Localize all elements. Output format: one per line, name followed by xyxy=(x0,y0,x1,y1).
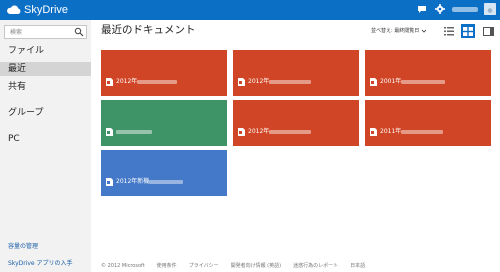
footer: © 2012 Microsoft 使用条件 プライバシー 開発者向け情報 (英語… xyxy=(101,263,365,269)
document-icon xyxy=(106,178,113,186)
document-tile[interactable]: 2012年 xyxy=(233,50,359,96)
top-bar: SkyDrive xyxy=(0,0,500,20)
document-icon xyxy=(370,128,377,136)
app-brand[interactable]: SkyDrive xyxy=(6,3,68,17)
chevron-down-icon xyxy=(421,29,427,33)
document-name: 2011年 xyxy=(380,128,402,135)
chat-icon[interactable] xyxy=(416,3,428,15)
sidebar-item-recent[interactable]: 最近 xyxy=(0,62,91,76)
settings-gear-icon[interactable] xyxy=(434,3,446,15)
document-tile[interactable]: 2001年 xyxy=(365,50,491,96)
redacted-name xyxy=(149,180,184,184)
privacy-link[interactable]: プライバシー xyxy=(189,263,219,269)
search-input[interactable] xyxy=(5,26,73,38)
sidebar: ファイル 最近 共有 グループ PC 容量の管理 SkyDrive アプリの入手 xyxy=(0,20,91,272)
redacted-name xyxy=(269,130,312,134)
document-name: 2012年 xyxy=(248,78,270,85)
document-name: 2012年 xyxy=(116,78,138,85)
thumbnails-view-icon xyxy=(463,26,473,36)
document-tile[interactable] xyxy=(101,100,227,146)
redacted-name xyxy=(269,80,312,84)
document-name: 2001年 xyxy=(380,78,402,85)
skydrive-cloud-icon xyxy=(7,5,21,15)
report-abuse-link[interactable]: 迷惑行為のレポート xyxy=(293,263,338,269)
document-tile[interactable]: 2012年 xyxy=(101,50,227,96)
document-tile[interactable]: 2011年 xyxy=(365,100,491,146)
document-tile[interactable]: 2012年新機 xyxy=(101,150,227,196)
document-icon xyxy=(106,128,113,136)
sidebar-item-label: 共有 xyxy=(8,82,27,92)
page-title: 最近のドキュメント xyxy=(101,24,196,36)
sidebar-item-files[interactable]: ファイル xyxy=(0,44,91,58)
sidebar-item-groups[interactable]: グループ xyxy=(0,106,91,120)
copyright-text: © 2012 Microsoft xyxy=(101,263,145,269)
details-view-icon xyxy=(444,26,454,35)
sidebar-item-pc[interactable]: PC xyxy=(0,132,91,146)
terms-link[interactable]: 使用条件 xyxy=(157,263,177,269)
preview-pane-icon xyxy=(482,26,494,36)
sort-dropdown[interactable]: 並べ替え: 最終閲覧日 xyxy=(371,28,427,34)
search-box xyxy=(4,25,87,39)
language-link[interactable]: 日本語 xyxy=(350,263,365,269)
app-name: SkyDrive xyxy=(24,4,69,16)
document-tile[interactable]: 2012年 xyxy=(233,100,359,146)
redacted-name xyxy=(137,80,178,84)
sidebar-item-label: PC xyxy=(8,134,20,144)
redacted-name xyxy=(116,130,152,134)
document-name: 2012年新機 xyxy=(116,178,150,185)
document-icon xyxy=(106,78,113,86)
document-icon xyxy=(238,128,245,136)
user-name-redacted[interactable] xyxy=(452,6,478,12)
avatar[interactable] xyxy=(484,3,496,15)
sort-label: 並べ替え: 最終閲覧日 xyxy=(371,28,420,34)
document-icon xyxy=(238,78,245,86)
document-icon xyxy=(370,78,377,86)
document-name: 2012年 xyxy=(248,128,270,135)
top-bar-actions xyxy=(416,3,496,15)
get-skydrive-apps-link[interactable]: SkyDrive アプリの入手 xyxy=(8,260,73,268)
details-view-button[interactable] xyxy=(442,24,456,38)
sidebar-item-label: グループ xyxy=(8,108,44,118)
manage-storage-link[interactable]: 容量の管理 xyxy=(8,243,38,251)
redacted-name xyxy=(401,130,444,134)
developers-link[interactable]: 開発者向け情報 (英語) xyxy=(231,263,282,269)
thumbnails-view-button[interactable] xyxy=(461,24,475,38)
sidebar-item-shared[interactable]: 共有 xyxy=(0,80,91,94)
preview-pane-button[interactable] xyxy=(481,24,495,38)
search-icon[interactable] xyxy=(74,27,84,37)
redacted-name xyxy=(401,80,446,84)
sidebar-item-label: ファイル xyxy=(8,46,45,56)
sidebar-item-label: 最近 xyxy=(8,64,27,74)
